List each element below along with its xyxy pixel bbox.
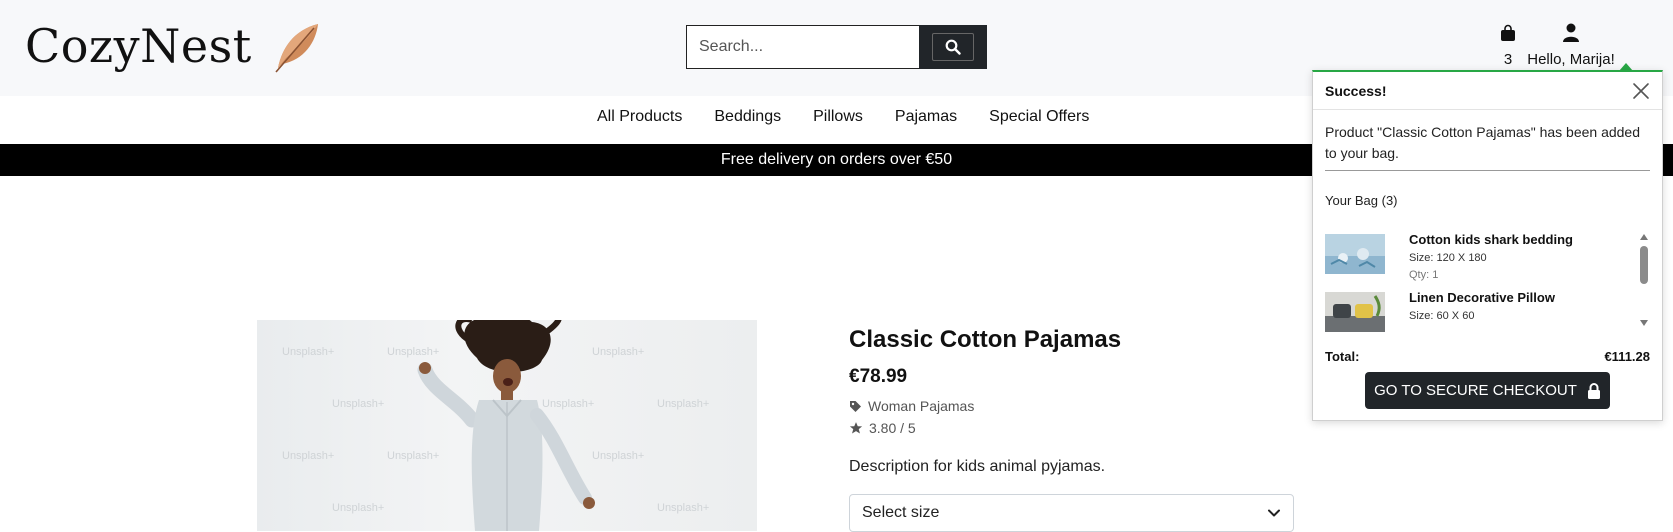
- search-button[interactable]: [919, 25, 987, 69]
- bag-item-name: Linen Decorative Pillow: [1409, 290, 1555, 305]
- bag-total-row: Total: €111.28: [1325, 349, 1650, 364]
- nav-item-all-products[interactable]: All Products: [597, 108, 682, 126]
- product-image: Unsplash+ Unsplash+ Unsplash+ Unsplash+ …: [257, 320, 757, 531]
- bag-item[interactable]: Linen Decorative Pillow Size: 60 X 60: [1325, 290, 1650, 332]
- total-label: Total:: [1325, 349, 1360, 364]
- close-icon[interactable]: [1632, 82, 1650, 100]
- scroll-up-arrow[interactable]: [1640, 234, 1648, 240]
- bag-item-qty: Qty: 1: [1409, 269, 1439, 281]
- scroll-thumb[interactable]: [1640, 246, 1648, 284]
- account-greeting: Hello, Marija!: [1527, 51, 1615, 68]
- model-photo: [417, 320, 595, 531]
- product-info: Classic Cotton Pajamas €78.99 Woman Paja…: [849, 326, 1294, 532]
- lock-icon: [1587, 382, 1600, 399]
- brand-logo[interactable]: CozyNest: [25, 18, 324, 74]
- user-icon: [1563, 23, 1579, 42]
- product-description: Description for kids animal pyjamas.: [849, 458, 1106, 475]
- bag-item-thumbnail: [1325, 234, 1385, 274]
- bag-item-name: Cotton kids shark bedding: [1409, 232, 1573, 247]
- account-link[interactable]: Hello, Marija!: [1516, 22, 1626, 68]
- feather-icon: [275, 24, 318, 73]
- nav-items: All Products Beddings Pillows Pajamas Sp…: [597, 108, 1089, 126]
- search-button-focus-ring: [932, 33, 974, 61]
- bag-item-details: Linen Decorative Pillow Size: 60 X 60: [1409, 290, 1555, 332]
- bag-item[interactable]: Cotton kids shark bedding Size: 120 X 18…: [1325, 232, 1650, 290]
- product-title: Classic Cotton Pajamas: [849, 326, 1122, 353]
- bag-item-details: Cotton kids shark bedding Size: 120 X 18…: [1409, 232, 1573, 290]
- toast-message: Product "Classic Cotton Pajamas" has bee…: [1325, 124, 1641, 161]
- bag-list-scrollbar[interactable]: [1638, 232, 1650, 328]
- shopping-bag-icon: [1501, 24, 1515, 41]
- search-input[interactable]: [686, 25, 919, 69]
- product-rating-value: 3.80 / 5: [869, 420, 916, 436]
- nav-item-pajamas[interactable]: Pajamas: [895, 108, 957, 126]
- bag-item-thumbnail: [1325, 292, 1385, 332]
- scroll-down-arrow[interactable]: [1640, 320, 1648, 326]
- total-value: €111.28: [1604, 349, 1650, 364]
- checkout-button-label: GO TO SECURE CHECKOUT: [1374, 382, 1577, 399]
- toast-header: Success!: [1313, 72, 1662, 110]
- bag-item-list[interactable]: Cotton kids shark bedding Size: 120 X 18…: [1325, 232, 1650, 332]
- bag-item-size: Size: 60 X 60: [1409, 310, 1475, 322]
- chevron-down-icon: [1268, 509, 1280, 517]
- product-rating: 3.80 / 5: [849, 420, 1294, 436]
- success-toast: Success! Product "Classic Cotton Pajamas…: [1312, 70, 1663, 421]
- size-select[interactable]: Select size: [849, 494, 1294, 532]
- search-form: [686, 25, 987, 69]
- tag-icon: [850, 400, 861, 412]
- nav-item-beddings[interactable]: Beddings: [714, 108, 781, 126]
- search-icon: [945, 39, 961, 55]
- product-category-label: Woman Pajamas: [868, 398, 975, 414]
- nav-item-special-offers[interactable]: Special Offers: [989, 108, 1089, 126]
- bag-item-size: Size: 120 X 180: [1409, 252, 1487, 264]
- star-icon: [849, 422, 863, 434]
- bag-summary-title: Your Bag (3): [1325, 193, 1398, 208]
- toast-title: Success!: [1325, 82, 1387, 99]
- checkout-button[interactable]: GO TO SECURE CHECKOUT: [1365, 372, 1610, 409]
- nav-item-pillows[interactable]: Pillows: [813, 108, 863, 126]
- product-price: €78.99: [849, 366, 908, 387]
- size-select-value: Select size: [862, 504, 940, 521]
- brand-name[interactable]: CozyNest: [25, 19, 252, 73]
- product-category[interactable]: Woman Pajamas: [849, 398, 1294, 414]
